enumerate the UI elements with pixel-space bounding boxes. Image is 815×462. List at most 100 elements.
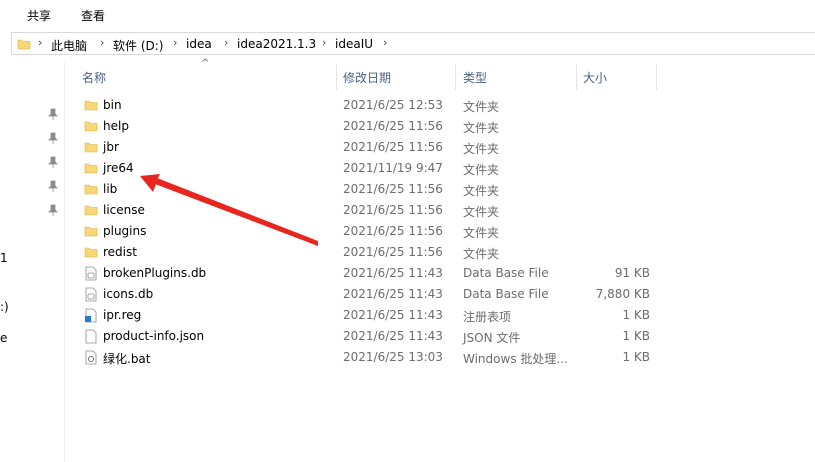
column-header-label: 名称 bbox=[82, 71, 107, 85]
file-name: product-info.json bbox=[103, 329, 205, 343]
file-row[interactable]: ipr.reg 2021/6/25 11:43 注册表项 1 KB bbox=[78, 305, 658, 326]
database-file-icon bbox=[84, 287, 98, 305]
breadcrumb-ideaiu[interactable]: ideaIU bbox=[335, 37, 373, 51]
pin-icon[interactable] bbox=[48, 204, 58, 219]
folder-icon bbox=[84, 245, 98, 262]
file-type: Windows 批处理... bbox=[463, 352, 568, 366]
file-size: 1 KB bbox=[622, 329, 650, 343]
column-divider[interactable] bbox=[656, 64, 657, 90]
column-header-label: 修改日期 bbox=[343, 71, 392, 85]
file-name: plugins bbox=[103, 224, 147, 238]
file-row[interactable]: brokenPlugins.db 2021/6/25 11:43 Data Base… bbox=[78, 263, 658, 284]
navigation-pane: 1 :) e bbox=[0, 56, 64, 462]
folder-icon bbox=[84, 98, 98, 115]
file-row[interactable]: redist 2021/6/25 11:56 文件夹 bbox=[78, 242, 658, 263]
chevron-right-icon: › bbox=[38, 36, 43, 49]
nav-item-fragment[interactable]: :) bbox=[0, 300, 9, 314]
file-row[interactable]: license 2021/6/25 11:56 文件夹 bbox=[78, 200, 658, 221]
chevron-right-icon: › bbox=[100, 36, 105, 49]
column-header-name[interactable]: 名称 bbox=[82, 64, 336, 90]
file-row[interactable]: 绿化.bat 2021/6/25 13:03 Windows 批处理... 1 KB bbox=[78, 347, 658, 368]
folder-icon bbox=[84, 203, 98, 220]
file-date: 2021/6/25 11:43 bbox=[343, 287, 443, 301]
file-row[interactable]: help 2021/6/25 11:56 文件夹 bbox=[78, 116, 658, 137]
file-type: 文件夹 bbox=[463, 226, 500, 240]
pane-divider bbox=[64, 62, 65, 462]
file-type: 文件夹 bbox=[463, 121, 500, 135]
file-date: 2021/6/25 11:56 bbox=[343, 203, 443, 217]
file-date: 2021/6/25 11:43 bbox=[343, 266, 443, 280]
column-divider[interactable] bbox=[455, 64, 456, 90]
file-name: jre64 bbox=[103, 161, 134, 175]
column-header-size[interactable]: 大小 bbox=[583, 64, 653, 90]
blank-file-icon bbox=[84, 329, 98, 347]
database-file-icon bbox=[84, 266, 98, 284]
file-type: 文件夹 bbox=[463, 142, 500, 156]
file-date: 2021/6/25 11:56 bbox=[343, 140, 443, 154]
column-divider[interactable] bbox=[576, 64, 577, 90]
file-row[interactable]: plugins 2021/6/25 11:56 文件夹 bbox=[78, 221, 658, 242]
pin-icon[interactable] bbox=[48, 180, 58, 195]
file-name: brokenPlugins.db bbox=[103, 266, 207, 280]
file-row[interactable]: jbr 2021/6/25 11:56 文件夹 bbox=[78, 137, 658, 158]
tab-share[interactable]: 共享 bbox=[27, 7, 51, 24]
registry-file-icon bbox=[84, 308, 98, 326]
breadcrumb-idea2021[interactable]: idea2021.1.3 bbox=[237, 37, 316, 51]
file-type: 文件夹 bbox=[463, 205, 500, 219]
file-date: 2021/6/25 11:56 bbox=[343, 182, 443, 196]
file-size: 1 KB bbox=[622, 350, 650, 364]
breadcrumb-drive-d[interactable]: 软件 (D:) bbox=[113, 37, 163, 54]
file-row[interactable]: jre64 2021/11/19 9:47 文件夹 bbox=[78, 158, 658, 179]
column-header-date[interactable]: 修改日期 bbox=[343, 64, 453, 90]
folder-icon bbox=[84, 161, 98, 178]
folder-icon bbox=[84, 119, 98, 136]
tab-view[interactable]: 查看 bbox=[81, 7, 105, 24]
file-type: Data Base File bbox=[463, 287, 549, 301]
file-date: 2021/11/19 9:47 bbox=[343, 161, 443, 175]
chevron-right-icon: › bbox=[383, 36, 388, 49]
file-date: 2021/6/25 11:56 bbox=[343, 224, 443, 238]
chevron-right-icon: › bbox=[322, 36, 327, 49]
file-name: jbr bbox=[103, 140, 119, 154]
file-name: 绿化.bat bbox=[103, 352, 151, 366]
file-date: 2021/6/25 13:03 bbox=[343, 350, 443, 364]
file-name: redist bbox=[103, 245, 137, 259]
nav-item-fragment[interactable]: e bbox=[0, 331, 7, 345]
column-header-type[interactable]: 类型 bbox=[463, 64, 573, 90]
folder-icon bbox=[84, 140, 98, 157]
file-row[interactable]: icons.db 2021/6/25 11:43 Data Base File 7,8… bbox=[78, 284, 658, 305]
file-date: 2021/6/25 12:53 bbox=[343, 98, 443, 112]
file-name: ipr.reg bbox=[103, 308, 142, 322]
address-bar[interactable]: › 此电脑 › 软件 (D:) › idea › idea2021.1.3 › … bbox=[11, 32, 815, 55]
file-name: icons.db bbox=[103, 287, 154, 301]
file-name: license bbox=[103, 203, 145, 217]
file-name: bin bbox=[103, 98, 122, 112]
file-row[interactable]: bin 2021/6/25 12:53 文件夹 bbox=[78, 95, 658, 116]
file-size: 7,880 KB bbox=[595, 287, 650, 301]
pin-icon[interactable] bbox=[48, 132, 58, 147]
pin-icon[interactable] bbox=[48, 108, 58, 123]
nav-item-fragment[interactable]: 1 bbox=[0, 251, 8, 265]
column-header-label: 大小 bbox=[583, 71, 608, 85]
file-date: 2021/6/25 11:43 bbox=[343, 329, 443, 343]
file-type: 文件夹 bbox=[463, 184, 500, 198]
file-type: 注册表项 bbox=[463, 310, 512, 324]
chevron-right-icon: › bbox=[173, 36, 178, 49]
folder-icon bbox=[84, 182, 98, 199]
file-row[interactable]: lib 2021/6/25 11:56 文件夹 bbox=[78, 179, 658, 200]
breadcrumb-this-pc[interactable]: 此电脑 bbox=[51, 37, 87, 54]
file-size: 91 KB bbox=[614, 266, 650, 280]
breadcrumb-idea[interactable]: idea bbox=[186, 37, 212, 51]
file-date: 2021/6/25 11:56 bbox=[343, 119, 443, 133]
pin-icon[interactable] bbox=[48, 156, 58, 171]
file-name: lib bbox=[103, 182, 118, 196]
chevron-right-icon: › bbox=[224, 36, 229, 49]
file-type: 文件夹 bbox=[463, 100, 500, 114]
batch-file-icon bbox=[84, 350, 98, 368]
file-date: 2021/6/25 11:56 bbox=[343, 245, 443, 259]
folder-icon bbox=[17, 37, 31, 54]
column-divider[interactable] bbox=[336, 64, 337, 90]
file-date: 2021/6/25 11:43 bbox=[343, 308, 443, 322]
file-row[interactable]: product-info.json 2021/6/25 11:43 JSON 文件 1… bbox=[78, 326, 658, 347]
file-type: 文件夹 bbox=[463, 247, 500, 261]
